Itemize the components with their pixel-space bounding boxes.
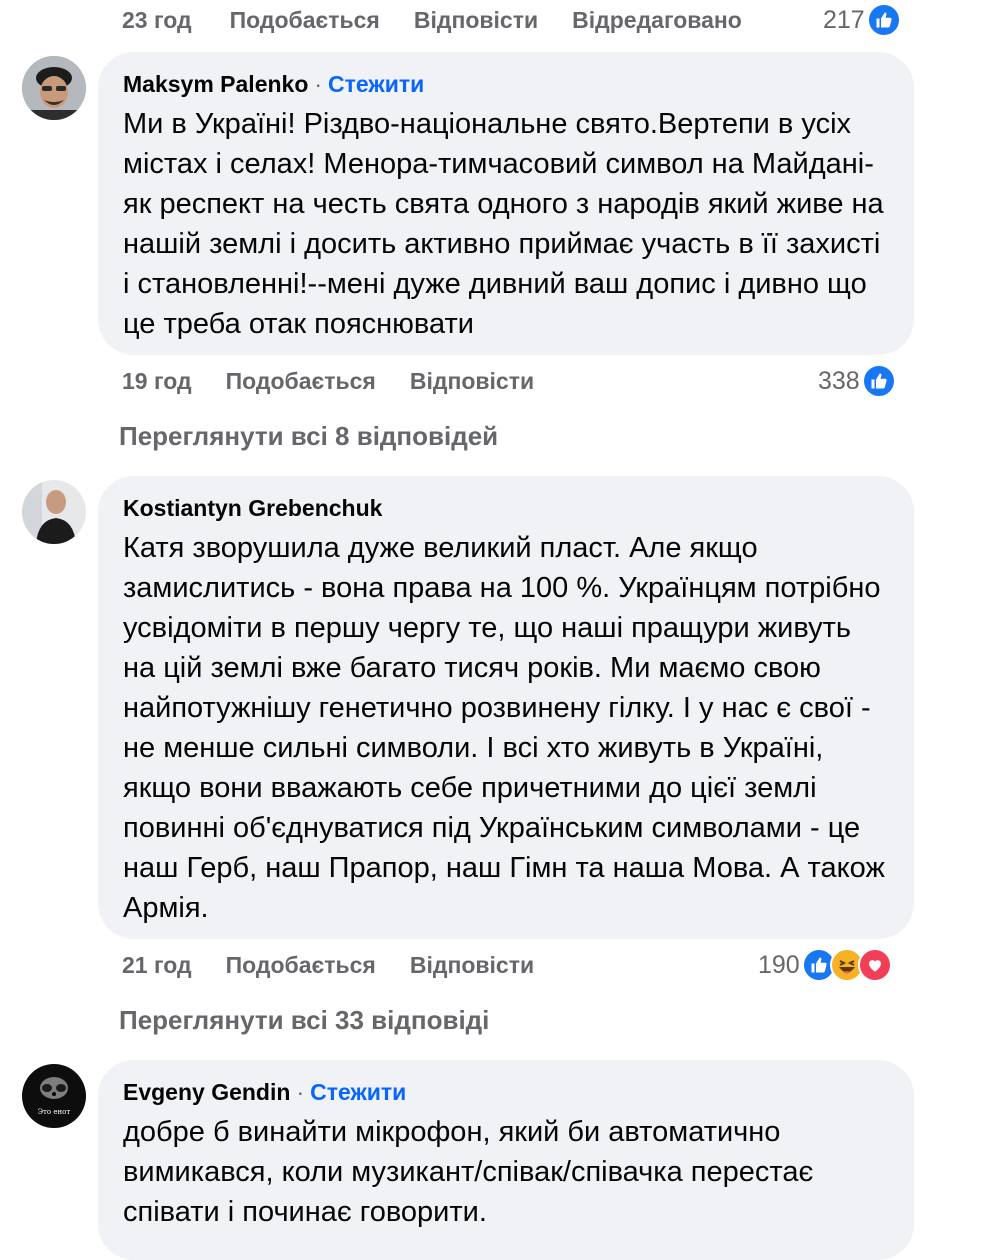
comment-bubble: Kostiantyn Grebenchuk Катя зворушила дуж…	[98, 476, 914, 939]
comment-header: Kostiantyn Grebenchuk	[123, 492, 890, 524]
follow-button[interactable]: Стежити	[328, 71, 424, 97]
like-icon	[866, 3, 901, 37]
comment-text: Катя зворушила дуже великий пласт. Але я…	[123, 532, 885, 924]
avatar[interactable]: Это енот	[22, 1064, 86, 1128]
comment-bubble: Evgeny Gendin · Стежити добре б винайти мі…	[98, 1060, 914, 1260]
like-button[interactable]: Подобається	[226, 368, 376, 395]
follow-button[interactable]: Стежити	[310, 1079, 406, 1105]
comment-actions: 19 год Подобається Відповісти	[122, 361, 534, 401]
comment-time[interactable]: 21 год	[122, 952, 192, 979]
author-name[interactable]: Kostiantyn Grebenchuk	[123, 495, 382, 521]
separator-dot: ·	[314, 71, 323, 97]
like-button[interactable]: Подобається	[226, 952, 376, 979]
avatar[interactable]	[22, 480, 86, 544]
author-name[interactable]: Evgeny Gendin	[123, 1079, 290, 1105]
separator-dot: ·	[296, 1079, 305, 1105]
like-icon	[861, 364, 896, 398]
comment-text: Ми в Україні! Різдво-національне свято.В…	[123, 108, 884, 340]
comment-bubble: Maksym Palenko · Стежити Ми в Україні! Різ…	[98, 52, 914, 355]
comment-header: Maksym Palenko · Стежити	[123, 68, 890, 100]
avatar[interactable]	[22, 56, 86, 120]
reaction-summary[interactable]: 217	[823, 0, 901, 40]
reply-button[interactable]: Відповісти	[410, 952, 534, 979]
comment-time[interactable]: 23 год	[122, 7, 192, 34]
avatar-caption: Это енот	[38, 1108, 71, 1116]
comment-header: Evgeny Gendin · Стежити	[123, 1076, 890, 1108]
author-name[interactable]: Maksym Palenko	[123, 71, 308, 97]
love-icon	[857, 948, 892, 982]
edited-label[interactable]: Відредаговано	[572, 7, 742, 34]
reaction-count: 338	[818, 366, 860, 395]
comment-time[interactable]: 19 год	[122, 368, 192, 395]
comment-actions: 21 год Подобається Відповісти	[122, 945, 534, 985]
view-replies-link[interactable]: Переглянути всі 8 відповідей	[119, 421, 498, 452]
comment-actions-top: 23 год Подобається Відповісти Відредагов…	[122, 0, 742, 40]
reaction-count: 190	[758, 950, 800, 979]
reply-button[interactable]: Відповісти	[410, 368, 534, 395]
like-button[interactable]: Подобається	[230, 7, 380, 34]
view-replies-link[interactable]: Переглянути всі 33 відповіді	[119, 1005, 489, 1036]
reply-button[interactable]: Відповісти	[414, 7, 538, 34]
reaction-summary[interactable]: 338	[818, 361, 896, 401]
avatar-image	[22, 56, 86, 120]
avatar-image	[22, 480, 86, 544]
reaction-summary[interactable]: 190	[758, 945, 892, 985]
avatar-image: Это енот	[22, 1064, 86, 1128]
comment-text: добре б винайти мікрофон, який би автома…	[123, 1116, 814, 1228]
reaction-count: 217	[823, 5, 865, 34]
